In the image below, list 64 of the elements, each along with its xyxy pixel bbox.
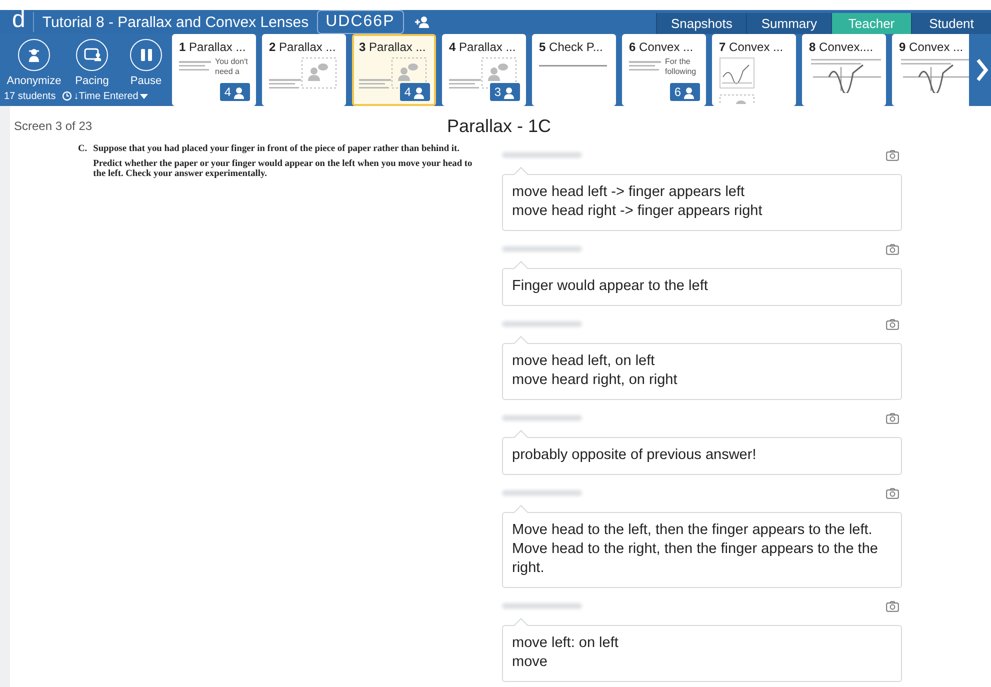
text-lines-icon bbox=[359, 79, 391, 89]
response-card: Move head to the left, then the finger appears to the left. Move head to the right, then the finger appears to the the right. bbox=[502, 512, 902, 588]
slide-title: 1 Parallax ... bbox=[179, 40, 247, 54]
slide-card[interactable]: 5 Check P... bbox=[532, 34, 616, 106]
response-card: probably opposite of previous answer! bbox=[502, 437, 902, 475]
text-lines-icon bbox=[449, 79, 481, 89]
response-card: move head left -> finger appears left move head right -> finger appears right bbox=[502, 174, 902, 231]
response-count-badge: 4 bbox=[220, 83, 250, 101]
add-person-icon[interactable] bbox=[414, 15, 430, 29]
sort-dropdown[interactable]: ↓Time Entered bbox=[62, 90, 148, 102]
graph-sketch-icon bbox=[899, 57, 969, 93]
response-count-badge: 6 bbox=[670, 83, 700, 101]
clock-icon bbox=[62, 91, 72, 101]
pacing-icon bbox=[84, 46, 100, 62]
response-count-badge: 4 bbox=[400, 83, 430, 101]
view-tab[interactable]: Student bbox=[911, 13, 991, 34]
slide-title: 6 Convex ... bbox=[629, 40, 694, 54]
slide-card[interactable]: 2 Parallax ... bbox=[262, 34, 346, 106]
slide-snippet: For the following bbox=[665, 57, 698, 76]
class-code: UDC66P bbox=[316, 10, 404, 34]
slide-card[interactable]: 4 Parallax ... 3 bbox=[442, 34, 526, 106]
anonymize-button[interactable]: Anonymize bbox=[4, 38, 64, 86]
slide-card[interactable]: 3 Parallax ... 4 bbox=[352, 34, 436, 106]
slide-title: 3 Parallax ... bbox=[359, 40, 427, 54]
response-card: move head left, on left move heard right, on right bbox=[502, 343, 902, 400]
camera-icon[interactable] bbox=[886, 150, 899, 160]
slide-title: 8 Convex.... bbox=[809, 40, 874, 54]
camera-icon[interactable] bbox=[886, 318, 899, 330]
student-count: 17 students bbox=[4, 90, 56, 102]
slide-title: 9 Convex ... bbox=[899, 40, 964, 54]
camera-icon[interactable] bbox=[886, 488, 899, 498]
caret-icon bbox=[140, 94, 148, 98]
response-card: Finger would appear to the left bbox=[502, 268, 902, 306]
pause-button[interactable]: Pause bbox=[120, 38, 172, 86]
camera-icon[interactable] bbox=[886, 412, 899, 424]
text-lines-icon bbox=[269, 79, 301, 89]
logo: d bbox=[12, 8, 26, 32]
response-count-badge: 3 bbox=[490, 83, 520, 101]
view-tab[interactable]: Snapshots bbox=[656, 13, 746, 34]
graph-sketch-icon bbox=[719, 57, 755, 89]
slide-card[interactable]: 9 Convex ... bbox=[892, 34, 969, 106]
slide-card[interactable]: 1 Parallax ... You don't need a 4 bbox=[172, 34, 256, 106]
graph-sketch-icon bbox=[809, 57, 884, 93]
slide-title: 5 Check P... bbox=[539, 40, 604, 54]
text-lines-icon bbox=[629, 61, 661, 71]
response-card: move left: on left move bbox=[502, 625, 902, 682]
camera-icon[interactable] bbox=[886, 244, 899, 254]
slide-card[interactable]: 6 Convex ... For the following 6 bbox=[622, 34, 706, 106]
screen-title: Parallax - 1C bbox=[447, 116, 552, 136]
text-lines-icon bbox=[179, 61, 211, 71]
slide-card[interactable]: 8 Convex.... bbox=[802, 34, 886, 106]
slide-snippet: You don't need a bbox=[215, 57, 249, 76]
slide-title: 2 Parallax ... bbox=[269, 40, 337, 54]
page-title: Tutorial 8 - Parallax and Convex Lenses bbox=[42, 14, 309, 30]
question-marker: C. bbox=[78, 144, 88, 156]
slide-card[interactable]: 7 Convex ... bbox=[712, 34, 796, 106]
slide-title: 7 Convex ... bbox=[719, 40, 784, 54]
view-tab[interactable]: Summary bbox=[746, 13, 831, 34]
camera-icon[interactable] bbox=[886, 600, 899, 612]
question-text: Predict whether the paper or your finger would appear on the left when you move your head to the left. Check your answer experimentally. bbox=[93, 159, 474, 179]
slide-title: 4 Parallax ... bbox=[449, 40, 517, 54]
question-text: Suppose that you had placed your finger in front of the piece of paper rather than behind it. bbox=[93, 144, 460, 154]
pacing-button[interactable]: Pacing bbox=[66, 38, 118, 86]
screen-counter: Screen 3 of 23 bbox=[14, 119, 92, 133]
